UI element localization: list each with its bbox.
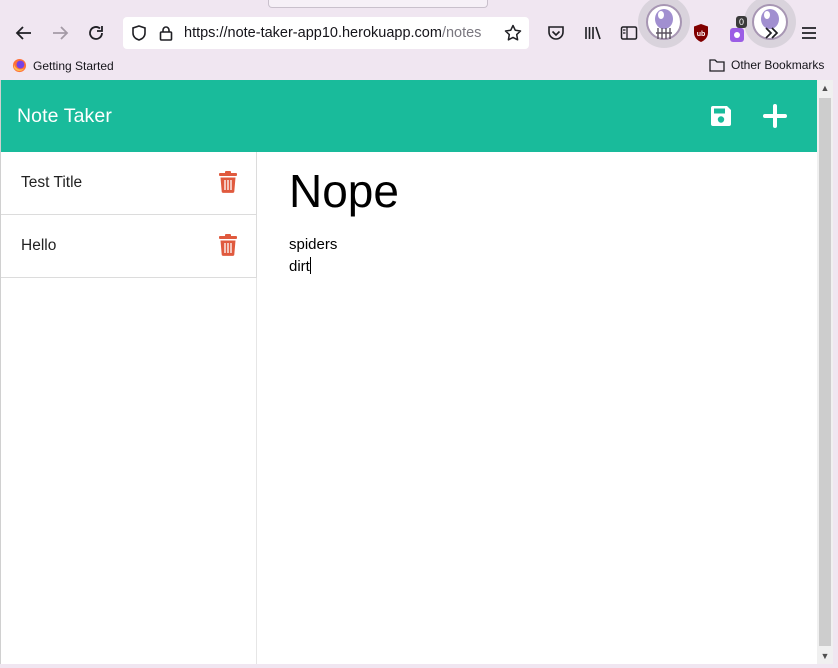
url-bar[interactable]: https://note-taker-app10.herokuapp.com/n… xyxy=(123,17,529,49)
bookmark-other-bookmarks[interactable]: Other Bookmarks xyxy=(709,58,824,72)
back-button[interactable] xyxy=(11,20,37,46)
back-arrow-icon xyxy=(15,26,31,40)
note-list-title[interactable]: Test Title xyxy=(21,174,82,192)
bookmark-label: Getting Started xyxy=(33,58,114,73)
extensions-grid-icon[interactable] xyxy=(652,21,676,45)
save-note-button[interactable] xyxy=(707,102,735,130)
new-note-button[interactable] xyxy=(761,102,789,130)
plus-icon xyxy=(763,104,787,128)
note-list-title[interactable]: Hello xyxy=(21,237,56,255)
window-edge xyxy=(833,80,838,668)
pocket-icon[interactable] xyxy=(544,21,568,45)
url-text: https://note-taker-app10.herokuapp.com/n… xyxy=(184,25,481,41)
url-path: /notes xyxy=(441,25,482,41)
text-caret xyxy=(309,257,311,274)
url-host: https://note-taker-app10.herokuapp.com xyxy=(184,25,442,41)
extension-badge-icon[interactable]: 0 xyxy=(725,16,749,45)
overflow-chevron-icon[interactable] xyxy=(760,21,784,45)
svg-text:ub: ub xyxy=(697,31,706,38)
scroll-down-arrow-icon[interactable]: ▼ xyxy=(817,648,833,664)
note-list-item[interactable]: Test Title xyxy=(1,152,257,215)
hamburger-menu-icon[interactable] xyxy=(797,21,821,45)
browser-chrome: https://note-taker-app10.herokuapp.com/n… xyxy=(0,0,838,80)
window-edge xyxy=(0,664,838,668)
extension-count-badge: 0 xyxy=(736,16,748,28)
forward-arrow-icon xyxy=(53,26,69,40)
tracking-shield-icon[interactable] xyxy=(128,22,150,44)
note-list-item[interactable]: Hello xyxy=(1,215,257,278)
note-text: spiders dirt xyxy=(289,236,338,275)
forward-button[interactable] xyxy=(47,20,73,46)
app-brand[interactable]: Note Taker xyxy=(17,105,112,128)
page-viewport: Note Taker Test Title Hello Nope spiders… xyxy=(0,80,817,664)
firefox-icon xyxy=(12,58,27,73)
bookmark-getting-started[interactable]: Getting Started xyxy=(12,58,114,73)
note-editor: Nope spiders dirt xyxy=(289,166,789,278)
browser-toolbar: https://note-taker-app10.herokuapp.com/n… xyxy=(0,14,838,52)
tab-strip-edge xyxy=(268,0,488,8)
reload-icon xyxy=(89,26,103,40)
page-scrollbar[interactable]: ▲ ▼ xyxy=(817,80,833,664)
save-icon xyxy=(711,106,731,126)
bookmarks-toolbar: Getting Started Other Bookmarks xyxy=(0,56,838,78)
note-title-input[interactable]: Nope xyxy=(289,166,789,216)
delete-trash-icon[interactable] xyxy=(219,234,237,256)
note-text-area[interactable]: spiders dirt xyxy=(289,234,789,278)
app-navbar: Note Taker xyxy=(1,80,817,152)
folder-icon xyxy=(709,59,725,72)
lock-icon[interactable] xyxy=(155,22,177,44)
delete-trash-icon[interactable] xyxy=(219,171,237,193)
scroll-up-arrow-icon[interactable]: ▲ xyxy=(817,80,833,96)
bookmark-label: Other Bookmarks xyxy=(731,58,825,72)
sidebar-toggle-icon[interactable] xyxy=(617,21,641,45)
bookmark-star-icon[interactable] xyxy=(502,22,524,44)
notes-list: Test Title Hello xyxy=(1,152,257,664)
library-icon[interactable] xyxy=(581,21,605,45)
scrollbar-thumb[interactable] xyxy=(819,98,831,646)
reload-button[interactable] xyxy=(83,20,109,46)
ublock-origin-icon[interactable]: ub xyxy=(689,21,713,45)
